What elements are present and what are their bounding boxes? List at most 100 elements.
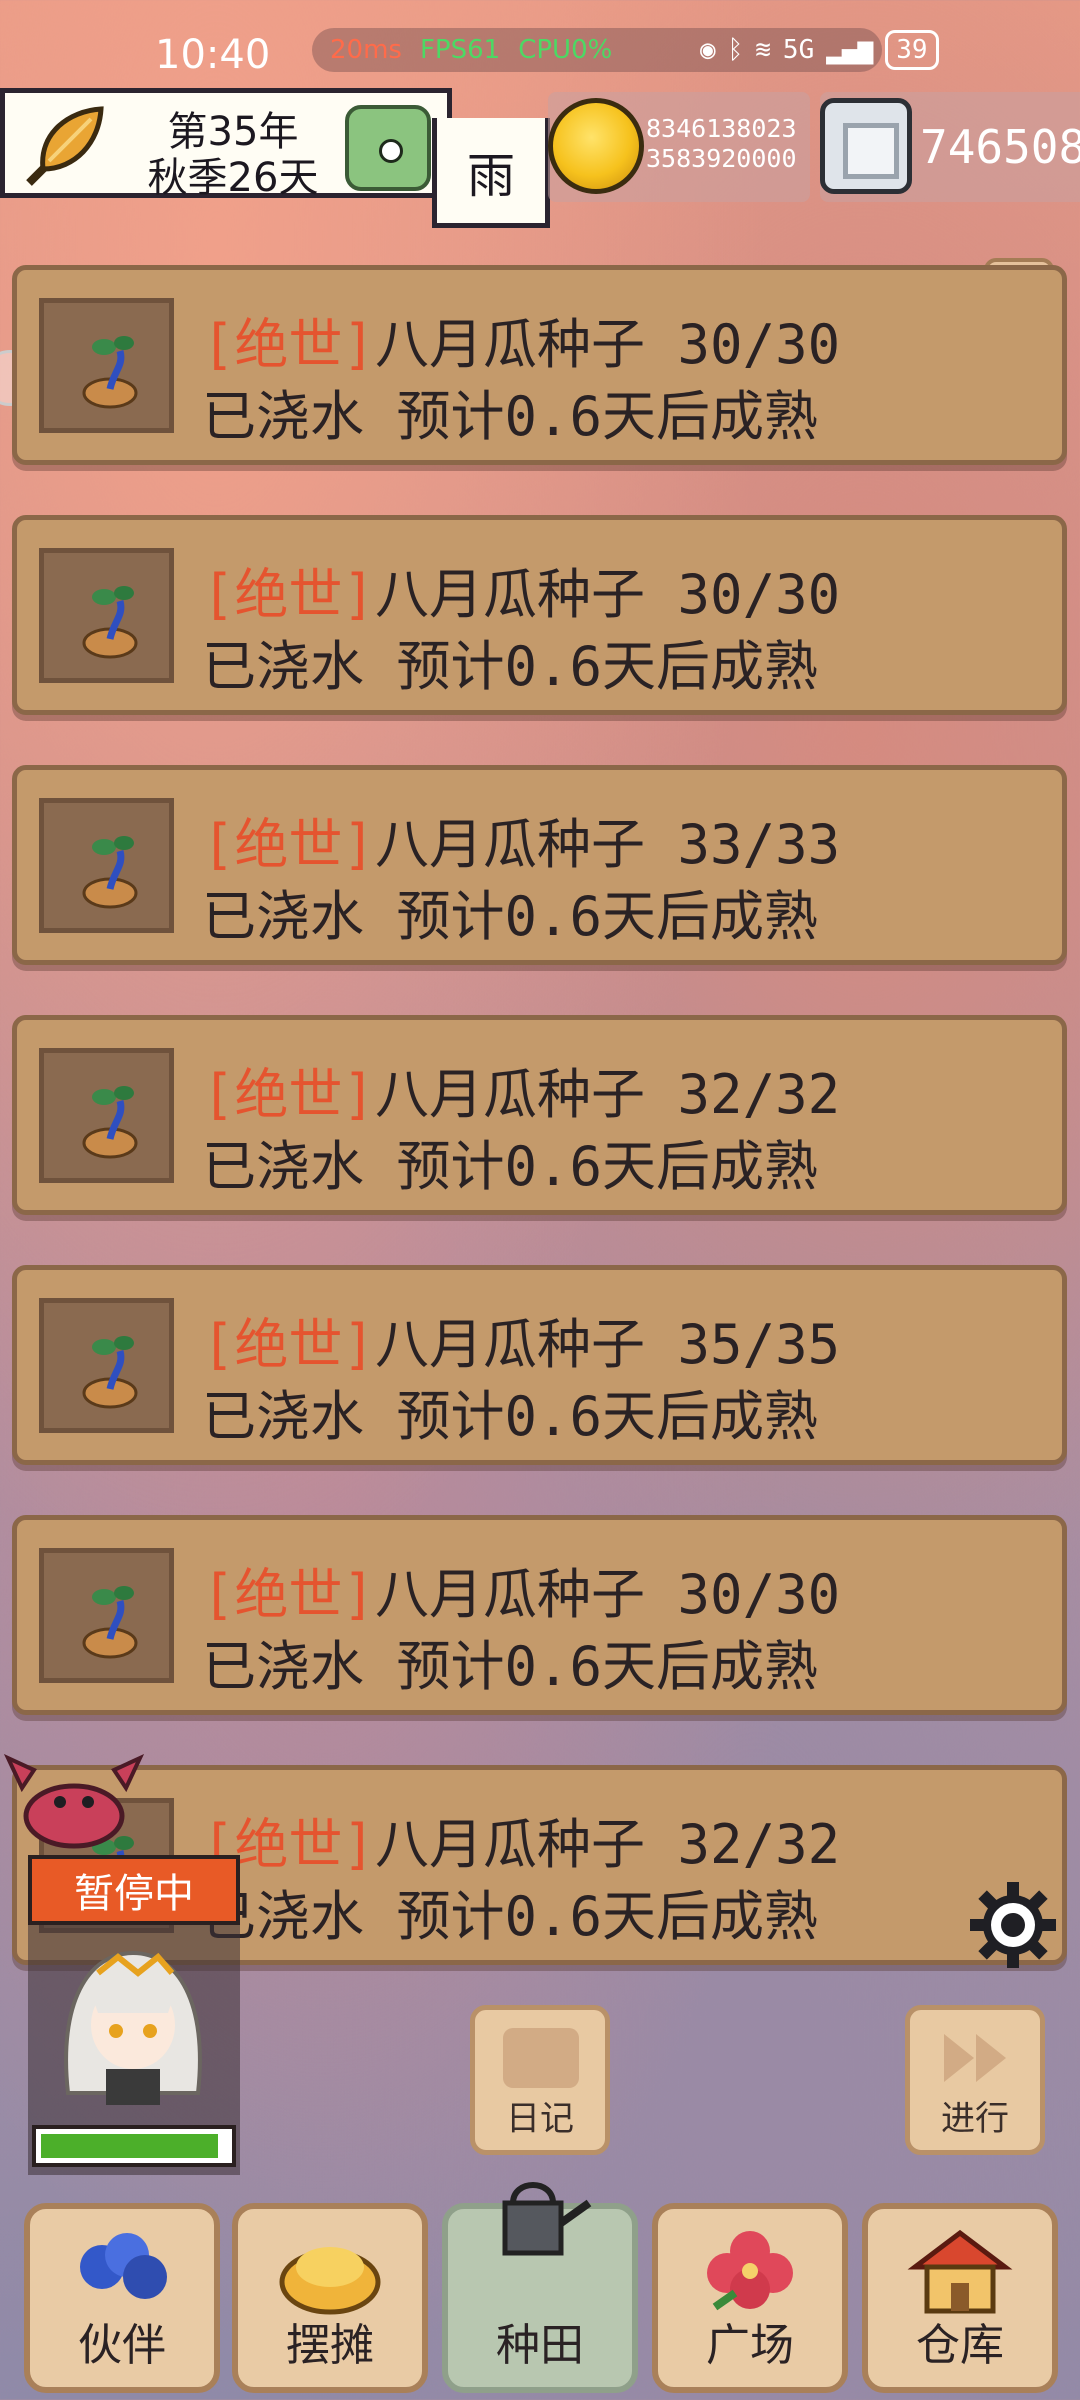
sprout-icon xyxy=(39,1298,174,1433)
eye-icon: ◉ xyxy=(700,35,716,65)
plot-title: [绝世]八月瓜种子 35/35 xyxy=(202,1300,840,1379)
plot-seed-name: 八月瓜种子 xyxy=(375,563,646,626)
gold-amount: 8346138023 3583920000 xyxy=(646,114,797,174)
diary-button[interactable]: 日记 xyxy=(470,2005,610,2155)
plot-count: 30/30 xyxy=(677,563,841,626)
silver-currency: 746508 xyxy=(820,92,1080,202)
gear-icon[interactable] xyxy=(968,1880,1058,1970)
plot-status: 已浇水 预计0.6天后成熟 xyxy=(202,1885,819,1948)
plot-count: 33/33 xyxy=(677,813,841,876)
hibiscus-flower-icon xyxy=(707,2231,793,2311)
stamina-fill xyxy=(41,2134,218,2158)
system-icons: ◉ ᛒ ≋ 5G ▂▄▆ 39 xyxy=(700,30,939,70)
tab-warehouse-label: 仓库 xyxy=(916,2320,1004,2371)
watering-can-icon xyxy=(502,2182,592,2256)
plot-seed-name: 八月瓜种子 xyxy=(375,1063,646,1126)
plot-quality: [绝世] xyxy=(202,313,376,376)
plot-card[interactable]: [绝世]八月瓜种子 32/32 已浇水 预计0.6天后成熟 xyxy=(12,1015,1067,1215)
silver-amount: 746508 xyxy=(920,120,1080,174)
diary-label: 日记 xyxy=(506,2099,574,2139)
ping-readout: 20ms xyxy=(330,35,402,65)
plot-quality: [绝世] xyxy=(202,1063,376,1126)
wifi-icon: ≋ xyxy=(755,35,771,65)
plot-quality: [绝世] xyxy=(202,1313,376,1376)
fast-forward-icon xyxy=(944,2034,1006,2082)
signal-icon: ▂▄▆ xyxy=(826,35,874,65)
plot-status: 已浇水 预计0.6天后成熟 xyxy=(202,1385,819,1448)
plot-title: [绝世]八月瓜种子 30/30 xyxy=(202,1550,840,1629)
plot-seed-name: 八月瓜种子 xyxy=(375,1313,646,1376)
plot-count: 35/35 xyxy=(677,1313,841,1376)
sprout-icon xyxy=(39,298,174,433)
plot-seed-name: 八月瓜种子 xyxy=(375,1563,646,1626)
plot-seed-name: 八月瓜种子 xyxy=(375,813,646,876)
plot-card[interactable]: [绝世]八月瓜种子 30/30 已浇水 预计0.6天后成熟 xyxy=(12,515,1067,715)
character-avatar xyxy=(64,1950,202,2105)
tab-farm-label: 种田 xyxy=(496,2320,584,2371)
sprout-icon xyxy=(39,548,174,683)
bottom-nav: 伙伴 摆摊 种田 广场 仓库 xyxy=(0,2182,1080,2400)
plot-count: 32/32 xyxy=(677,1063,841,1126)
plot-count: 32/32 xyxy=(677,1813,841,1876)
tab-farm[interactable]: 种田 xyxy=(442,2182,638,2393)
tab-plaza[interactable]: 广场 xyxy=(652,2203,848,2393)
tab-plaza-label: 广场 xyxy=(706,2320,794,2371)
dice-icon[interactable] xyxy=(345,105,431,191)
tab-stall-label: 摆摊 xyxy=(286,2320,374,2371)
tab-partner-label: 伙伴 xyxy=(78,2320,166,2371)
plot-count: 30/30 xyxy=(677,313,841,376)
plot-card[interactable]: [绝世]八月瓜种子 35/35 已浇水 预计0.6天后成熟 xyxy=(12,1265,1067,1465)
plot-card[interactable]: [绝世]八月瓜种子 30/30 已浇水 预计0.6天后成熟 xyxy=(12,265,1067,465)
plot-status: 已浇水 预计0.6天后成熟 xyxy=(202,1135,819,1198)
plot-card[interactable]: [绝世]八月瓜种子 30/30 已浇水 预计0.6天后成熟 xyxy=(12,1515,1067,1715)
gold-coin-icon xyxy=(548,98,644,194)
sprout-icon xyxy=(39,1548,174,1683)
plot-status: 已浇水 预计0.6天后成熟 xyxy=(202,385,819,448)
chat-bubble-icon xyxy=(503,2028,579,2088)
status-bar: 10:40 20ms FPS61 CPU0% ◉ ᛒ ≋ 5G ▂▄▆ 39 xyxy=(0,0,1080,100)
plot-quality: [绝世] xyxy=(202,563,376,626)
paused-badge: 暂停中 xyxy=(28,1855,240,1925)
plot-title: [绝世]八月瓜种子 30/30 xyxy=(202,550,840,629)
tab-stall[interactable]: 摆摊 xyxy=(232,2203,428,2393)
gold-amount-line1: 8346138023 xyxy=(646,114,797,143)
gold-currency: 8346138023 3583920000 xyxy=(548,92,810,202)
plot-status: 已浇水 预计0.6天后成熟 xyxy=(202,1635,819,1698)
sprout-icon xyxy=(39,798,174,933)
tab-warehouse[interactable]: 仓库 xyxy=(862,2203,1058,2393)
character-panel[interactable]: 暂停中 xyxy=(28,1855,240,2175)
stamina-bar xyxy=(32,2125,236,2167)
proceed-label: 进行 xyxy=(941,2099,1009,2139)
plot-title: [绝世]八月瓜种子 30/30 xyxy=(202,300,840,379)
network-type: 5G xyxy=(782,35,815,65)
season-day-label: 秋季26天 xyxy=(147,155,319,201)
cpu-readout: CPU0% xyxy=(518,35,613,65)
plot-quality: [绝世] xyxy=(202,1563,376,1626)
plot-card[interactable]: [绝世]八月瓜种子 33/33 已浇水 预计0.6天后成熟 xyxy=(12,765,1067,965)
plot-title: [绝世]八月瓜种子 32/32 xyxy=(202,1050,840,1129)
plot-seed-name: 八月瓜种子 xyxy=(375,1813,646,1876)
plot-title: [绝世]八月瓜种子 32/32 xyxy=(202,1800,840,1879)
tab-partner[interactable]: 伙伴 xyxy=(24,2203,220,2393)
gold-amount-line2: 3583920000 xyxy=(646,144,797,173)
silver-block-icon xyxy=(820,98,912,194)
feather-icon xyxy=(26,106,104,186)
plot-seed-name: 八月瓜种子 xyxy=(375,313,646,376)
crab-icon[interactable] xyxy=(4,1748,144,1858)
plot-quality: [绝世] xyxy=(202,813,376,876)
battery-indicator: 39 xyxy=(885,30,939,70)
plot-status: 已浇水 预计0.6天后成熟 xyxy=(202,885,819,948)
proceed-button[interactable]: 进行 xyxy=(905,2005,1045,2155)
sprout-icon xyxy=(39,1048,174,1183)
house-icon xyxy=(907,2229,1013,2314)
fps-readout: FPS61 xyxy=(419,35,501,65)
date-panel[interactable]: 第35年 秋季26天 xyxy=(0,88,452,201)
gold-pile-icon xyxy=(279,2247,381,2315)
plot-count: 30/30 xyxy=(677,1563,841,1626)
plot-title: [绝世]八月瓜种子 33/33 xyxy=(202,800,840,879)
weather-indicator: 雨 xyxy=(432,118,550,228)
bluetooth-icon: ᛒ xyxy=(727,35,744,65)
blue-flower-icon xyxy=(80,2233,167,2299)
plot-status: 已浇水 预计0.6天后成熟 xyxy=(202,635,819,698)
clock: 10:40 xyxy=(155,32,271,78)
